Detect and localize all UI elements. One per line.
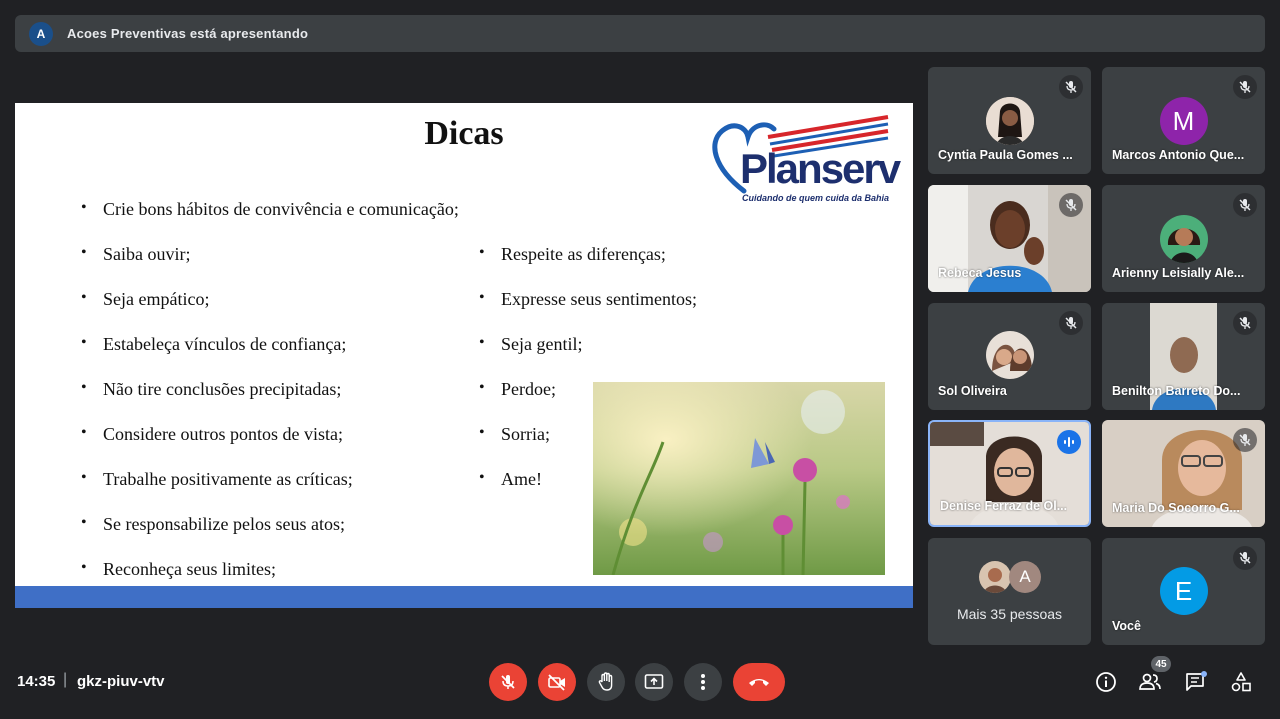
participant-count-badge: 45 xyxy=(1151,656,1171,672)
present-screen-icon xyxy=(644,674,664,689)
chat-icon xyxy=(1186,671,1207,691)
mic-off-icon xyxy=(1233,311,1257,335)
butterfly-flower-photo xyxy=(593,382,885,575)
bullet-item: Saiba ouvir; xyxy=(81,244,190,265)
meeting-controls-bar: 14:35 | gkz-piuv-vtv 45 xyxy=(0,650,1280,719)
bullet-item: Seja gentil; xyxy=(479,334,583,355)
participant-tile[interactable]: Rebeca Jesus xyxy=(928,185,1091,292)
bullet-item: Se responsabilize pelos seus atos; xyxy=(81,514,345,535)
presenting-banner: A Acoes Preventivas está apresentando xyxy=(15,15,1265,52)
participant-tile[interactable]: Maria Do Socorro G... xyxy=(1102,420,1265,527)
presenter-avatar: A xyxy=(29,21,53,46)
participant-avatar: A xyxy=(1009,561,1041,593)
bullet-item: Perdoe; xyxy=(479,379,556,400)
participant-tile[interactable]: Sol Oliveira xyxy=(928,303,1091,410)
bullet-item: Estabeleça vínculos de confiança; xyxy=(81,334,346,355)
more-participants-label: Mais 35 pessoas xyxy=(956,606,1063,622)
hang-up-icon xyxy=(749,679,769,686)
chat-button[interactable] xyxy=(1184,670,1208,694)
mic-off-icon xyxy=(501,675,515,689)
people-button[interactable] xyxy=(1138,670,1162,694)
mic-off-icon xyxy=(1233,75,1257,99)
participant-name: Rebeca Jesus xyxy=(938,266,1022,280)
raise-hand-button[interactable] xyxy=(587,663,625,701)
camera-toggle-button[interactable] xyxy=(538,663,576,701)
bullet-item: Seja empático; xyxy=(81,289,210,310)
speaking-indicator-icon xyxy=(1057,430,1081,454)
present-screen-button[interactable] xyxy=(635,663,673,701)
self-tile[interactable]: E Você xyxy=(1102,538,1265,645)
planserv-logo: Planserv Cuidando de quem cuida da Bahia xyxy=(708,113,901,208)
logo-tagline: Cuidando de quem cuida da Bahia xyxy=(742,193,890,203)
mic-off-icon xyxy=(1059,193,1083,217)
mic-off-icon xyxy=(1059,75,1083,99)
participant-tile[interactable]: Cyntia Paula Gomes ... xyxy=(928,67,1091,174)
participant-tile[interactable]: Benilton Barreto Do... xyxy=(1102,303,1265,410)
mic-toggle-button[interactable] xyxy=(489,663,527,701)
bullet-item: Sorria; xyxy=(479,424,550,445)
logo-brand-text: Planserv xyxy=(740,145,901,192)
participant-name: Maria Do Socorro G... xyxy=(1112,501,1240,515)
raise-hand-icon xyxy=(598,672,613,691)
participant-avatar xyxy=(985,331,1034,379)
participant-avatar: M xyxy=(1159,97,1208,145)
more-participants-tile[interactable]: A Mais 35 pessoas xyxy=(928,538,1091,645)
bullet-item: Trabalhe positivamente as críticas; xyxy=(81,469,353,490)
participant-name: Benilton Barreto Do... xyxy=(1112,384,1241,398)
self-avatar: E xyxy=(1159,567,1208,615)
mic-off-icon xyxy=(1233,193,1257,217)
participant-avatar xyxy=(1159,215,1208,263)
bullet-item: Expresse seus sentimentos; xyxy=(479,289,697,310)
participant-tile[interactable]: M Marcos Antonio Que... xyxy=(1102,67,1265,174)
presentation-slide[interactable]: Dicas Planserv Cuidando de quem cuida da… xyxy=(15,103,913,608)
bullet-item: Não tire conclusões precipitadas; xyxy=(81,379,341,400)
participant-name: Marcos Antonio Que... xyxy=(1112,148,1245,162)
participant-name: Denise Ferraz de Ol... xyxy=(940,499,1068,513)
separator: | xyxy=(63,671,68,688)
presenting-text: Acoes Preventivas está apresentando xyxy=(67,26,309,41)
more-vertical-icon xyxy=(701,674,705,690)
bullet-item: Crie bons hábitos de convivência e comun… xyxy=(81,199,459,220)
participant-name: Arienny Leisially Ale... xyxy=(1112,266,1245,280)
slide-footer-band xyxy=(15,586,913,608)
participant-name: Você xyxy=(1112,619,1141,633)
participant-name: Cyntia Paula Gomes ... xyxy=(938,148,1073,162)
participant-name: Sol Oliveira xyxy=(938,384,1007,398)
bullet-item: Considere outros pontos de vista; xyxy=(81,424,343,445)
leave-call-button[interactable] xyxy=(733,663,785,701)
meeting-code: gkz-piuv-vtv xyxy=(77,673,165,690)
activities-button[interactable] xyxy=(1229,670,1253,694)
meeting-time: 14:35 xyxy=(17,673,56,690)
activities-shapes-icon xyxy=(1231,672,1251,692)
bullet-item: Respeite as diferenças; xyxy=(479,244,666,265)
bullet-item: Ame! xyxy=(479,469,542,490)
more-options-button[interactable] xyxy=(684,663,722,701)
participant-tile-active-speaker[interactable]: Denise Ferraz de Ol... xyxy=(928,420,1091,527)
mic-off-icon xyxy=(1233,428,1257,452)
camera-off-icon xyxy=(548,674,565,691)
participant-avatar xyxy=(979,561,1011,593)
participant-tile[interactable]: Arienny Leisially Ale... xyxy=(1102,185,1265,292)
info-icon xyxy=(1096,672,1116,692)
mic-off-icon xyxy=(1059,311,1083,335)
meeting-details-button[interactable] xyxy=(1094,670,1118,694)
participant-avatar xyxy=(985,97,1034,145)
people-icon xyxy=(1139,673,1161,690)
mic-off-icon xyxy=(1233,546,1257,570)
bullet-item: Reconheça seus limites; xyxy=(81,559,276,580)
